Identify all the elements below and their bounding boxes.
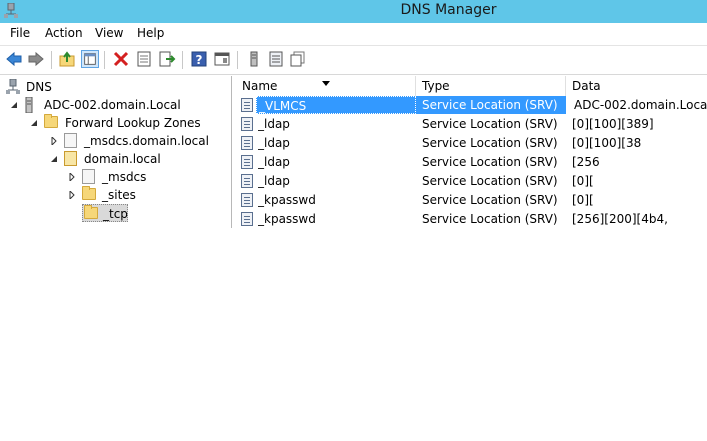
record-name: _ldap	[258, 155, 290, 169]
toolbar-separator	[182, 51, 183, 69]
table-row[interactable]: _ldap Service Location (SRV) [0][100][38…	[236, 115, 707, 133]
menu-bar: File Action View Help	[0, 23, 707, 46]
zone-icon	[64, 133, 77, 148]
console-tree: DNS ADC-002.domain.Local Forward Lookup …	[0, 76, 232, 228]
record-data: [0][100][38	[572, 136, 642, 150]
record-name: _ldap	[258, 117, 290, 131]
record-name: _ldap	[258, 174, 290, 188]
record-name: _kpasswd	[258, 193, 316, 207]
window-title: DNS Manager	[400, 2, 497, 18]
record-data: [256][200][4b4,	[572, 212, 668, 226]
expanded-arrow-icon[interactable]	[30, 119, 38, 127]
record-data: ADC-002.domain.Local	[574, 98, 707, 112]
properties-icon[interactable]	[135, 50, 153, 68]
record-type: Service Location (SRV)	[422, 136, 558, 150]
srv-record-icon	[241, 136, 253, 150]
folder-icon	[82, 186, 96, 200]
tree-label: DNS	[26, 80, 52, 94]
record-type: Service Location (SRV)	[422, 193, 558, 207]
tree-label: Forward Lookup Zones	[65, 116, 201, 130]
table-row[interactable]: _ldap Service Location (SRV) [0][100][38	[236, 134, 707, 152]
record-type: Service Location (SRV)	[422, 212, 558, 226]
column-header-name[interactable]: Name	[236, 76, 416, 96]
column-header-data[interactable]: Data	[566, 76, 707, 96]
table-row[interactable]: _ldap Service Location (SRV) [0][	[236, 172, 707, 190]
zone-icon	[64, 151, 77, 166]
table-row[interactable]: _VLMCS Service Location (SRV) ADC-002.do…	[236, 96, 707, 114]
record-data: [256	[572, 155, 600, 169]
record-type: Service Location (SRV)	[416, 96, 566, 114]
record-name: _VLMCS	[256, 96, 416, 114]
column-header-type[interactable]: Type	[416, 76, 566, 96]
tree-label: ADC-002.domain.Local	[44, 98, 181, 112]
record-name: _kpasswd	[258, 212, 316, 226]
expanded-arrow-icon[interactable]	[10, 101, 18, 109]
record-name: _ldap	[258, 136, 290, 150]
tree-label: _msdcs.domain.local	[84, 134, 209, 148]
sort-desc-icon	[322, 81, 330, 86]
srv-record-icon	[241, 193, 253, 207]
title-bar: DNS Manager	[0, 0, 707, 23]
record-type: Service Location (SRV)	[422, 155, 558, 169]
toolbar-separator	[51, 51, 52, 69]
menu-action[interactable]: Action	[45, 26, 83, 40]
column-label: Data	[572, 79, 601, 93]
record-data: [0][	[572, 174, 594, 188]
dns-root-icon	[6, 79, 20, 94]
tree-label: _msdcs	[102, 170, 147, 184]
table-row[interactable]: _ldap Service Location (SRV) [256	[236, 153, 707, 171]
record-list: Name Type Data _VLMCS Service Location (…	[236, 76, 707, 228]
column-label: Name	[242, 79, 278, 93]
collapsed-arrow-icon[interactable]	[68, 191, 76, 199]
server-icon[interactable]	[245, 50, 263, 68]
collapsed-arrow-icon[interactable]	[68, 173, 76, 181]
record-type: Service Location (SRV)	[422, 174, 558, 188]
expanded-arrow-icon[interactable]	[50, 155, 58, 163]
tree-label: _sites	[102, 188, 136, 202]
svg-text:?: ?	[196, 53, 203, 67]
column-label: Type	[422, 79, 450, 93]
menu-view[interactable]: View	[95, 26, 123, 40]
record-type: Service Location (SRV)	[422, 117, 558, 131]
srv-record-icon	[241, 117, 253, 131]
srv-record-icon	[241, 155, 253, 169]
toolbar: ?	[0, 46, 707, 75]
forward-arrow-icon[interactable]	[27, 50, 45, 68]
record-data: [0][100][389]	[572, 117, 654, 131]
record-data: [0][	[572, 193, 594, 207]
folder-icon	[84, 205, 98, 219]
copy-icon[interactable]	[289, 50, 307, 68]
table-row[interactable]: _kpasswd Service Location (SRV) [256][20…	[236, 210, 707, 228]
tree-label: _tcp	[103, 207, 128, 221]
tree-label: domain.local	[84, 152, 161, 166]
tree-item-tcp[interactable]: _tcp	[82, 204, 128, 222]
srv-record-icon	[241, 174, 253, 188]
help-icon[interactable]: ?	[190, 50, 208, 68]
folder-icon	[44, 114, 58, 128]
show-hide-tree-icon[interactable]	[81, 50, 99, 68]
menu-help[interactable]: Help	[137, 26, 164, 40]
delete-icon[interactable]	[112, 50, 130, 68]
server-icon	[25, 97, 33, 113]
toolbar-separator	[237, 51, 238, 69]
console-icon[interactable]	[213, 50, 231, 68]
subzone-icon	[82, 169, 95, 184]
back-arrow-icon[interactable]	[5, 50, 23, 68]
menu-file[interactable]: File	[10, 26, 30, 40]
toolbar-separator	[104, 51, 105, 69]
collapsed-arrow-icon[interactable]	[50, 137, 58, 145]
srv-record-icon	[241, 98, 253, 112]
up-folder-icon[interactable]	[58, 50, 76, 68]
table-row[interactable]: _kpasswd Service Location (SRV) [0][	[236, 191, 707, 209]
record-list-icon[interactable]	[267, 50, 285, 68]
export-list-icon[interactable]	[158, 50, 176, 68]
srv-record-icon	[241, 212, 253, 226]
